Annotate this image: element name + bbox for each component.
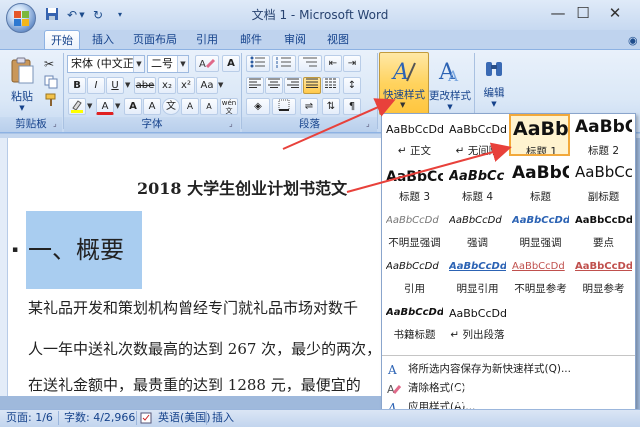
proofing-icon[interactable]: [140, 412, 152, 424]
status-separator: [136, 411, 137, 425]
office-logo-icon: [14, 11, 29, 26]
office-button[interactable]: [6, 3, 36, 33]
arrow-to-quick-styles: [282, 98, 396, 150]
annotation-arrows: [282, 98, 512, 193]
watermark-text: 软件SOS: [468, 387, 564, 411]
status-separator: [206, 411, 207, 425]
status-language[interactable]: 英语(美国): [158, 411, 211, 425]
arrow-to-heading-1: [346, 142, 512, 193]
status-separator: [58, 411, 59, 425]
status-word-count[interactable]: 字数: 4/2,966: [64, 411, 135, 425]
status-page[interactable]: 页面: 1/6: [6, 411, 53, 425]
status-insert-mode[interactable]: 插入: [212, 411, 234, 425]
